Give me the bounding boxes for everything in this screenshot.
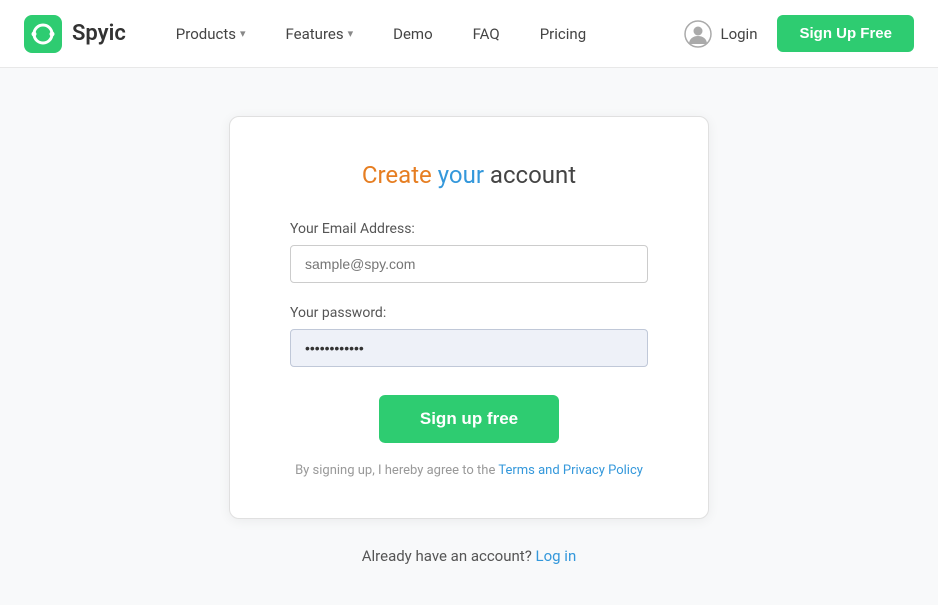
nav-label-demo: Demo bbox=[393, 25, 433, 43]
main-content: Create your account Your Email Address: … bbox=[0, 68, 938, 605]
title-your: your bbox=[438, 161, 484, 189]
email-input[interactable] bbox=[290, 245, 648, 283]
already-account-text: Already have an account? Log in bbox=[362, 547, 577, 565]
nav-item-products[interactable]: Products ▾ bbox=[158, 17, 264, 51]
chevron-down-icon: ▾ bbox=[348, 27, 354, 40]
nav-item-faq[interactable]: FAQ bbox=[455, 17, 518, 51]
terms-link[interactable]: Terms and Privacy Policy bbox=[498, 463, 643, 478]
header-signup-button[interactable]: Sign Up Free bbox=[777, 15, 914, 52]
already-text-static: Already have an account? bbox=[362, 547, 532, 565]
nav-label-products: Products bbox=[176, 25, 236, 43]
card-title: Create your account bbox=[290, 161, 648, 189]
signup-form-button[interactable]: Sign up free bbox=[379, 395, 559, 443]
title-create: Create bbox=[362, 161, 432, 189]
nav-label-features: Features bbox=[286, 25, 344, 43]
spyic-logo-icon bbox=[24, 15, 62, 53]
password-form-group: Your password: bbox=[290, 305, 648, 367]
nav-item-demo[interactable]: Demo bbox=[375, 17, 451, 51]
chevron-down-icon: ▾ bbox=[240, 27, 246, 40]
main-nav: Products ▾ Features ▾ Demo FAQ Pricing bbox=[158, 17, 673, 51]
title-account: account bbox=[490, 161, 576, 189]
login-label: Login bbox=[720, 25, 757, 43]
email-label: Your Email Address: bbox=[290, 221, 648, 237]
password-label: Your password: bbox=[290, 305, 648, 321]
nav-item-features[interactable]: Features ▾ bbox=[268, 17, 372, 51]
email-form-group: Your Email Address: bbox=[290, 221, 648, 283]
header-right: Login Sign Up Free bbox=[672, 12, 914, 56]
terms-prefix: By signing up, I hereby agree to the bbox=[295, 463, 495, 478]
nav-label-pricing: Pricing bbox=[540, 25, 586, 43]
terms-text: By signing up, I hereby agree to the Ter… bbox=[290, 463, 648, 478]
logo-area[interactable]: Spyic bbox=[24, 15, 126, 53]
header: Spyic Products ▾ Features ▾ Demo FAQ Pri… bbox=[0, 0, 938, 68]
user-icon bbox=[684, 20, 712, 48]
logo-text: Spyic bbox=[72, 21, 126, 46]
login-button[interactable]: Login bbox=[672, 12, 769, 56]
nav-label-faq: FAQ bbox=[473, 25, 500, 43]
log-in-link[interactable]: Log in bbox=[536, 547, 577, 565]
password-input[interactable] bbox=[290, 329, 648, 367]
signup-card: Create your account Your Email Address: … bbox=[229, 116, 709, 519]
nav-item-pricing[interactable]: Pricing bbox=[522, 17, 604, 51]
